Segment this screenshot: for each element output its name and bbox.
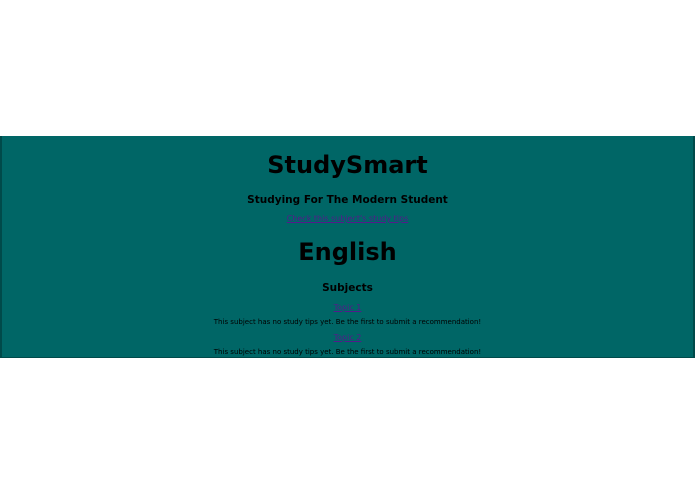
subjects-heading: Subjects — [322, 282, 373, 294]
subject-link-container: Topic 2 — [2, 332, 693, 343]
subject-link[interactable]: Topic 2 — [334, 333, 362, 342]
subject-title: English — [298, 238, 397, 266]
page: StudySmart Studying For The Modern Stude… — [0, 0, 695, 494]
content-panel: StudySmart Studying For The Modern Stude… — [0, 136, 695, 358]
subject-entry: Topic 1 This subject has no study tips y… — [2, 302, 693, 327]
subject-note: This subject has no study tips yet. Be t… — [213, 348, 482, 356]
subject-link-container: Topic 1 — [2, 302, 693, 313]
top-link-container: Check this subject's study tips — [2, 213, 693, 225]
site-title: StudySmart — [267, 151, 428, 179]
subject-note: This subject has no study tips yet. Be t… — [213, 318, 482, 326]
site-tagline: Studying For The Modern Student — [247, 194, 448, 206]
study-tips-link[interactable]: Check this subject's study tips — [287, 214, 409, 223]
subject-entry: Topic 2 This subject has no study tips y… — [2, 332, 693, 357]
subject-link[interactable]: Topic 1 — [334, 303, 362, 312]
